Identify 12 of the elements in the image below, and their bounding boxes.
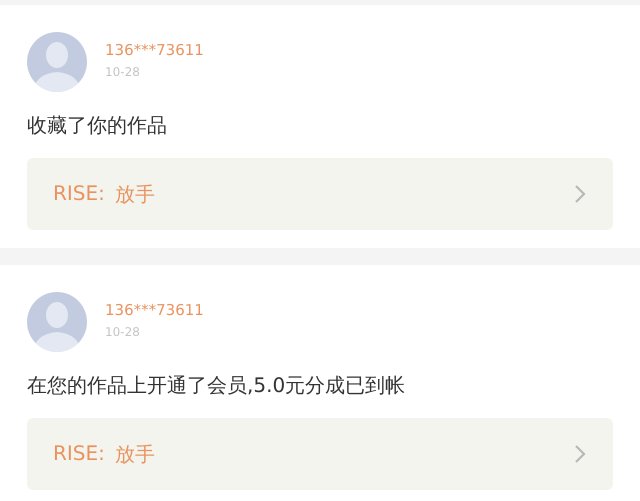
chevron-right-icon — [573, 443, 587, 465]
date: 10-28 — [105, 325, 141, 339]
chevron-right-icon — [573, 183, 587, 205]
avatar-icon — [27, 292, 87, 352]
message-text: 收藏了你的作品 — [27, 112, 168, 139]
username[interactable]: 136***73611 — [105, 41, 204, 59]
username[interactable]: 136***73611 — [105, 301, 204, 319]
work-link[interactable]: RISE: 放手 — [27, 418, 613, 490]
message-text: 在您的作品上开通了会员,5.0元分成已到帐 — [27, 372, 406, 399]
work-link[interactable]: RISE: 放手 — [27, 158, 613, 230]
avatar-icon — [27, 32, 87, 92]
date: 10-28 — [105, 65, 141, 79]
